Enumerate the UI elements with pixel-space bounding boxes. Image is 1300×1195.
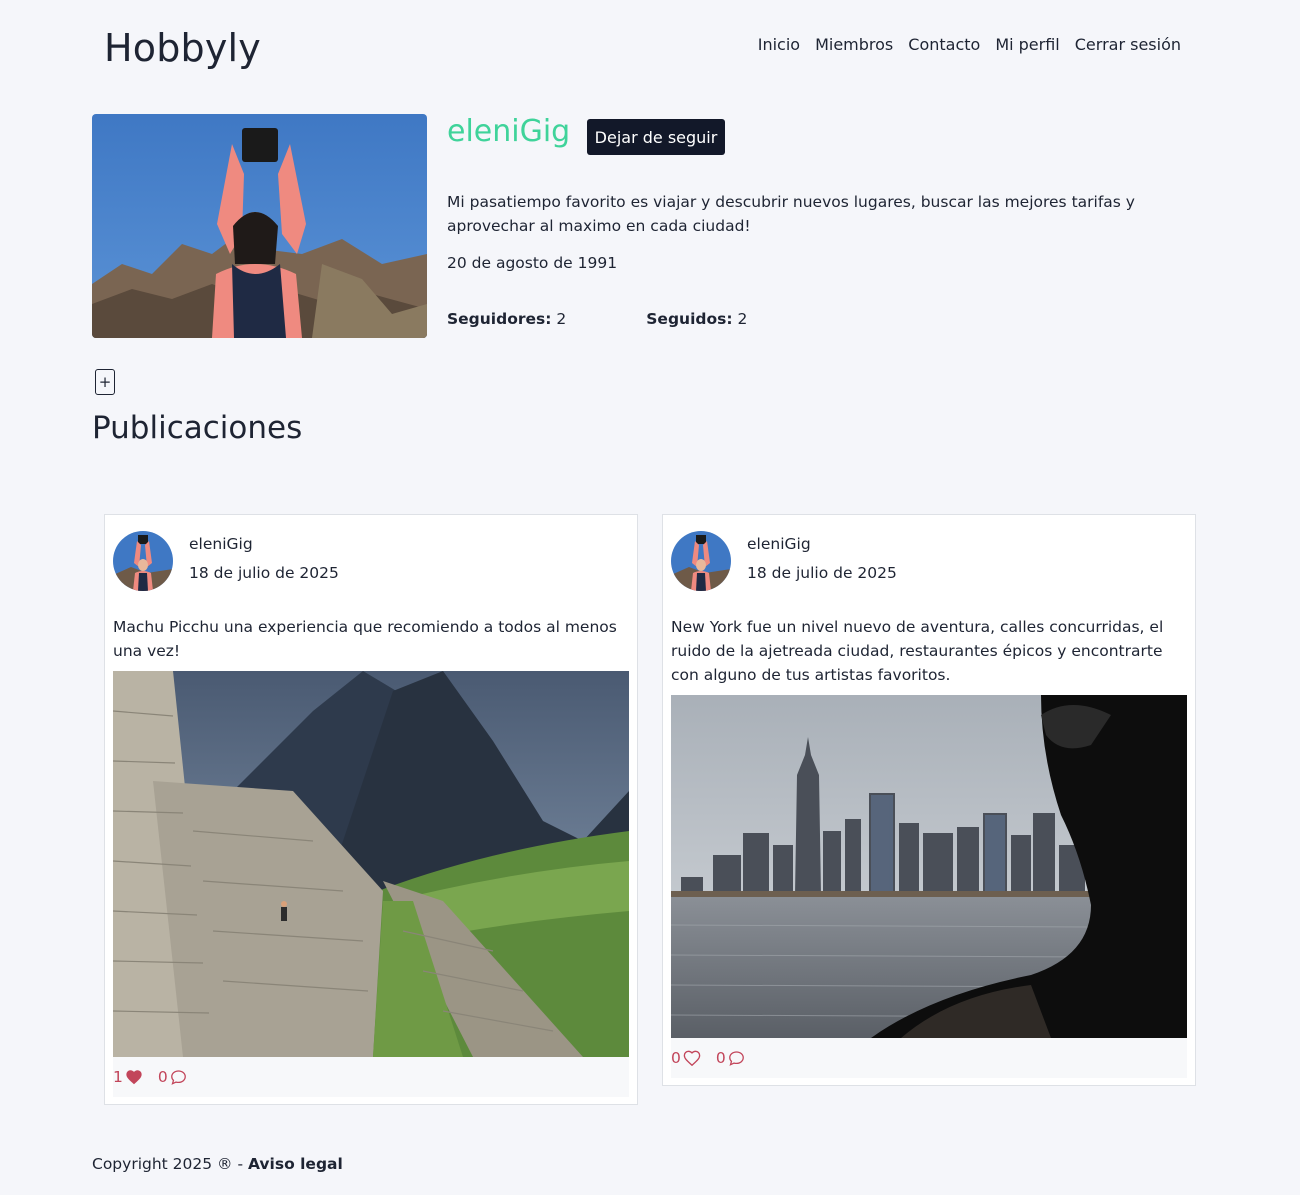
post-date: 18 de julio de 2025 [747, 564, 897, 582]
following-count: 2 [737, 310, 748, 328]
plus-square-icon[interactable]: + [95, 369, 115, 395]
main-nav: Inicio Miembros Contacto Mi perfil Cerra… [758, 35, 1181, 54]
post-footer: 1 0 [113, 1057, 629, 1097]
avatar[interactable] [671, 531, 731, 591]
comment-count: 0 [715, 1049, 726, 1067]
post-author[interactable]: eleniGig [189, 535, 253, 553]
profile-username: eleniGig [447, 114, 571, 149]
nav-miembros[interactable]: Miembros [815, 35, 893, 54]
nav-contacto[interactable]: Contacto [908, 35, 980, 54]
site-footer: Copyright 2025 ® - Aviso legal [92, 1155, 343, 1173]
post-reactions: 0 0 [671, 1049, 745, 1067]
posts-section-title: Publicaciones [92, 410, 303, 446]
unfollow-button[interactable]: Dejar de seguir [587, 119, 725, 155]
comment-count: 0 [157, 1068, 168, 1086]
profile-photo [92, 114, 427, 338]
nav-cerrar-sesion[interactable]: Cerrar sesión [1075, 35, 1181, 54]
site-logo[interactable]: Hobbyly [104, 26, 261, 70]
following-label: Seguidos: [646, 310, 733, 328]
post-text: New York fue un nivel nuevo de aventura,… [671, 618, 1164, 684]
nav-mi-perfil[interactable]: Mi perfil [995, 35, 1059, 54]
copyright-text: Copyright 2025 ® - [92, 1155, 248, 1173]
like-button[interactable]: 0 [671, 1049, 701, 1067]
profile-bio: Mi pasatiempo favorito es viajar y descu… [447, 193, 1135, 235]
comment-icon [170, 1070, 186, 1085]
comment-icon [728, 1051, 744, 1066]
post-image [113, 671, 629, 1057]
site-header: Hobbyly Inicio Miembros Contacto Mi perf… [0, 0, 1300, 100]
comment-button[interactable]: 0 [716, 1049, 745, 1067]
legal-link[interactable]: Aviso legal [248, 1155, 343, 1173]
post-reactions: 1 0 [113, 1068, 187, 1086]
post-card: eleniGig 18 de julio de 2025 Machu Picch… [104, 514, 638, 1105]
like-button[interactable]: 1 [113, 1068, 143, 1086]
followers-label: Seguidores: [447, 310, 552, 328]
post-footer: 0 0 [671, 1038, 1187, 1078]
post-date: 18 de julio de 2025 [189, 564, 339, 582]
profile-birthdate: 20 de agosto de 1991 [447, 254, 618, 272]
nav-inicio[interactable]: Inicio [758, 35, 800, 54]
comment-button[interactable]: 0 [158, 1068, 187, 1086]
profile-stats: Seguidores: 2 Seguidos: 2 [447, 310, 747, 328]
like-count: 1 [113, 1068, 123, 1086]
avatar[interactable] [113, 531, 173, 591]
post-image [671, 695, 1187, 1038]
post-text: Machu Picchu una experiencia que recomie… [113, 618, 617, 660]
post-author[interactable]: eleniGig [747, 535, 811, 553]
like-count: 0 [671, 1049, 681, 1067]
followers-stat[interactable]: Seguidores: 2 [447, 310, 566, 328]
heart-filled-icon [126, 1070, 142, 1085]
heart-outline-icon [683, 1050, 701, 1066]
post-card: eleniGig 18 de julio de 2025 New York fu… [662, 514, 1196, 1086]
followers-count: 2 [556, 310, 567, 328]
following-stat[interactable]: Seguidos: 2 [646, 310, 747, 328]
